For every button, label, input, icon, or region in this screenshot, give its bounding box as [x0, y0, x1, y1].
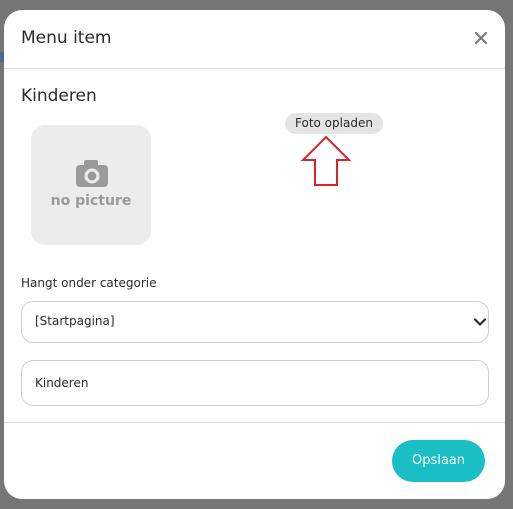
- placeholder-label: no picture: [50, 193, 132, 209]
- menu-item-name-value: Kinderen: [35, 376, 89, 390]
- category-select-value: [Startpagina]: [35, 314, 115, 328]
- arrow-up-icon: [300, 135, 352, 186]
- category-select[interactable]: [Startpagina]: [21, 301, 489, 343]
- modal-header: Menu item: [4, 10, 505, 69]
- menu-item-name-input[interactable]: Kinderen: [21, 360, 489, 406]
- close-button[interactable]: [471, 28, 491, 48]
- save-button[interactable]: Opslaan: [392, 440, 485, 482]
- image-placeholder: no picture: [31, 125, 151, 245]
- modal-title: Menu item: [21, 28, 112, 48]
- camera-icon: [76, 160, 108, 187]
- chevron-down-icon: [473, 318, 487, 326]
- category-field-label: Hangt onder categorie: [21, 276, 157, 290]
- close-icon: [474, 31, 488, 45]
- menu-item-modal: Menu item Kinderen no picture Foto oplad…: [4, 10, 505, 499]
- section-title: Kinderen: [21, 86, 97, 106]
- upload-photo-button[interactable]: Foto opladen: [285, 113, 383, 134]
- footer-divider: [4, 422, 505, 423]
